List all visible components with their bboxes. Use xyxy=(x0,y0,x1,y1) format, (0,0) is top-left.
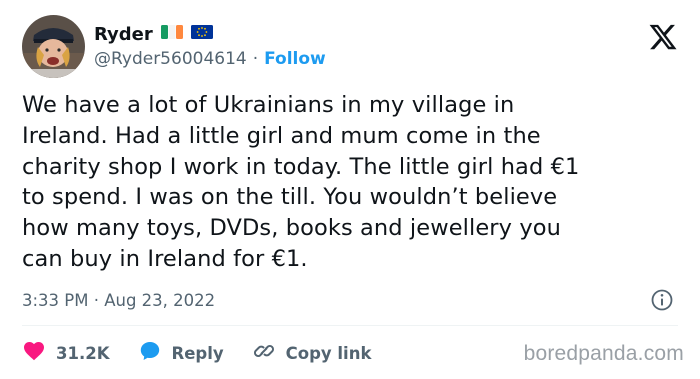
x-logo-icon[interactable] xyxy=(648,22,678,52)
reply-button[interactable]: Reply xyxy=(138,339,224,367)
timestamp[interactable]: 3:33 PM · Aug 23, 2022 xyxy=(22,291,215,310)
display-name[interactable]: Ryder xyxy=(94,24,153,45)
reply-bubble-icon xyxy=(138,339,162,367)
separator-dot: · xyxy=(252,49,259,69)
ireland-flag-icon xyxy=(160,24,183,44)
info-icon[interactable] xyxy=(650,288,674,312)
watermark: boredpanda.com xyxy=(523,342,684,365)
follow-button[interactable]: Follow xyxy=(264,49,326,69)
tweet-meta: 3:33 PM · Aug 23, 2022 xyxy=(22,287,678,313)
avatar[interactable] xyxy=(22,15,85,78)
reply-label: Reply xyxy=(171,343,224,363)
link-icon xyxy=(252,339,276,367)
tweet-text: We have a lot of Ukrainians in my villag… xyxy=(22,92,580,272)
user-info: Ryder @Ryder56004614 · Follow xyxy=(94,22,326,70)
name-row: Ryder xyxy=(94,22,326,46)
like-count: 31.2K xyxy=(56,343,110,363)
heart-icon xyxy=(22,339,46,367)
copy-link-button[interactable]: Copy link xyxy=(252,339,372,367)
user-handle[interactable]: @Ryder56004614 xyxy=(94,49,247,69)
like-button[interactable]: 31.2K xyxy=(22,339,110,367)
divider xyxy=(22,325,678,326)
tweet-header: Ryder @Ryder56004614 · Follow xyxy=(22,14,678,80)
copy-link-label: Copy link xyxy=(285,343,372,363)
eu-flag-icon xyxy=(190,24,213,44)
action-bar: 31.2K Reply Copy link xyxy=(22,339,399,367)
handle-row: @Ryder56004614 · Follow xyxy=(94,49,326,69)
